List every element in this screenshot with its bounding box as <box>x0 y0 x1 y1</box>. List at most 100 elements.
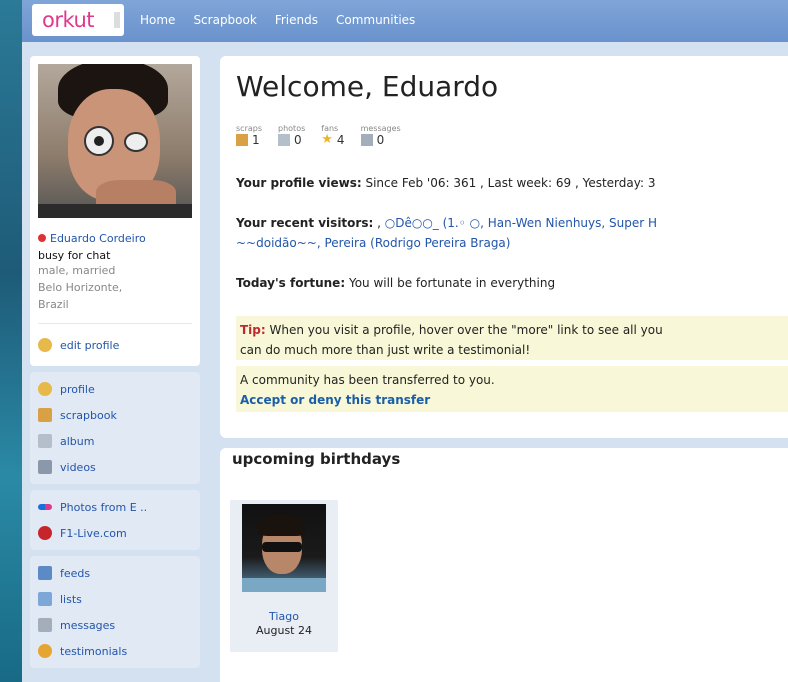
menu-label: testimonials <box>60 644 128 658</box>
stat-label: messages <box>360 124 401 133</box>
accept-or-deny-transfer-link[interactable]: Accept or deny this transfer <box>240 393 430 407</box>
community-transfer-box: A community has been transferred to you.… <box>236 366 788 412</box>
menu-messages[interactable]: messages <box>34 612 196 638</box>
flickr-icon <box>38 504 52 510</box>
online-status-icon <box>38 234 46 242</box>
scrapbook-icon <box>38 408 52 422</box>
tip-text-line2: can do much more than just write a testi… <box>240 343 531 357</box>
stats-row: scraps 1 photos 0 fans ★ 4 messages 0 <box>236 124 401 147</box>
welcome-panel: Welcome, Eduardo scraps 1 photos 0 fans … <box>220 56 788 438</box>
menu-label: feeds <box>60 566 91 580</box>
stat-value: 1 <box>252 133 260 147</box>
profile-details: male, married Belo Horizonte, Brazil <box>38 262 192 313</box>
profile-views-label: Your profile views: <box>236 176 362 190</box>
f1-icon <box>38 526 52 540</box>
tip-label: Tip: <box>240 323 266 337</box>
profile-detail-country: Brazil <box>38 298 69 311</box>
visitors-links-line2[interactable]: ~~doidão~~, Pereira (Rodrigo Pereira Bra… <box>236 236 510 250</box>
edit-profile-link[interactable]: edit profile <box>38 323 192 358</box>
fortune-label: Today's fortune: <box>236 276 346 290</box>
top-navigation-bar: orkut Home Scrapbook Friends Communities <box>22 0 788 42</box>
stat-photos[interactable]: photos 0 <box>278 124 305 147</box>
profile-views: Your profile views: Since Feb '06: 361 ,… <box>236 176 655 190</box>
profile-status: busy for chat <box>38 249 111 262</box>
profile-menu: profile scrapbook album videos <box>30 372 200 484</box>
menu-label: scrapbook <box>60 408 117 422</box>
menu-label: messages <box>60 618 116 632</box>
stat-messages[interactable]: messages 0 <box>360 124 401 147</box>
upcoming-birthdays-panel: upcoming birthdays Tiago August 24 <box>220 448 788 682</box>
photos-icon <box>278 134 291 146</box>
tools-menu: feeds lists messages testimonials <box>30 556 200 668</box>
profile-detail-gender: male, married <box>38 264 116 277</box>
menu-flickr-photos[interactable]: Photos from E .. <box>34 494 196 520</box>
edit-profile-label: edit profile <box>60 338 120 352</box>
testimonials-icon <box>38 644 52 658</box>
album-icon <box>38 434 52 448</box>
visitors-links-line1[interactable]: ○Dê○○_ (1.◦ ○, Han-Wen Nienhuys, Super H <box>385 216 657 230</box>
menu-label: F1-Live.com <box>60 526 127 540</box>
birthday-photo[interactable] <box>242 504 326 592</box>
birthdays-heading: upcoming birthdays <box>232 450 401 468</box>
visitors-label: Your recent visitors: <box>236 216 374 230</box>
stat-label: scraps <box>236 124 263 133</box>
main-nav: Home Scrapbook Friends Communities <box>140 13 415 27</box>
menu-label: album <box>60 434 95 448</box>
profile-name[interactable]: Eduardo Cordeiro <box>50 232 146 245</box>
nav-friends[interactable]: Friends <box>275 13 318 27</box>
desktop-background <box>0 0 22 682</box>
stat-value: 0 <box>294 133 302 147</box>
menu-album[interactable]: album <box>34 428 196 454</box>
menu-label: lists <box>60 592 82 606</box>
messages-icon <box>38 618 52 632</box>
stat-value: 4 <box>336 133 345 147</box>
nav-communities[interactable]: Communities <box>336 13 415 27</box>
menu-label: Photos from E .. <box>60 500 148 514</box>
stat-fans[interactable]: fans ★ 4 <box>321 124 344 147</box>
visitors-prefix: , <box>377 216 381 230</box>
orkut-logo[interactable]: orkut <box>32 4 124 36</box>
menu-lists[interactable]: lists <box>34 586 196 612</box>
birthday-date: August 24 <box>256 624 312 637</box>
transfer-text: A community has been transferred to you. <box>240 373 495 387</box>
profile-detail-city: Belo Horizonte, <box>38 281 123 294</box>
orkut-page: orkut Home Scrapbook Friends Communities… <box>22 0 788 682</box>
stat-scraps[interactable]: scraps 1 <box>236 124 262 147</box>
profile-name-link[interactable]: Eduardo Cordeiro <box>38 232 192 245</box>
stat-value: 0 <box>376 133 385 147</box>
menu-testimonials[interactable]: testimonials <box>34 638 196 664</box>
tip-text-line1: When you visit a profile, hover over the… <box>269 323 663 337</box>
profile-views-text: Since Feb '06: 361 , Last week: 69 , Yes… <box>365 176 656 190</box>
menu-label: videos <box>60 460 96 474</box>
videos-icon <box>38 460 52 474</box>
scraps-icon <box>236 134 248 146</box>
lists-icon <box>38 592 52 606</box>
todays-fortune: Today's fortune: You will be fortunate i… <box>236 276 555 290</box>
envelope-icon <box>360 134 373 146</box>
apps-menu: Photos from E .. F1-Live.com <box>30 490 200 550</box>
birthday-card[interactable]: Tiago August 24 <box>230 500 338 652</box>
feeds-icon <box>38 566 52 580</box>
menu-feeds[interactable]: feeds <box>34 560 196 586</box>
tip-box: Tip: When you visit a profile, hover ove… <box>236 316 788 360</box>
stat-label: photos <box>278 124 306 133</box>
profile-card: Eduardo Cordeiro busy for chat male, mar… <box>30 56 200 366</box>
nav-home[interactable]: Home <box>140 13 175 27</box>
menu-videos[interactable]: videos <box>34 454 196 480</box>
nav-scrapbook[interactable]: Scrapbook <box>193 13 256 27</box>
profile-photo[interactable] <box>38 64 192 218</box>
fortune-text: You will be fortunate in everything <box>348 276 556 290</box>
recent-visitors: Your recent visitors: , ○Dê○○_ (1.◦ ○, H… <box>236 216 657 230</box>
menu-f1-live[interactable]: F1-Live.com <box>34 520 196 546</box>
birthday-name[interactable]: Tiago <box>230 610 338 623</box>
edit-profile-icon <box>38 338 52 352</box>
left-sidebar: Eduardo Cordeiro busy for chat male, mar… <box>30 56 200 668</box>
fan-star-icon: ★ <box>321 132 333 147</box>
logo-text: orkut <box>42 8 95 32</box>
welcome-heading: Welcome, Eduardo <box>236 70 499 103</box>
menu-profile[interactable]: profile <box>34 376 196 402</box>
menu-label: profile <box>60 382 95 396</box>
profile-icon <box>38 382 52 396</box>
menu-scrapbook[interactable]: scrapbook <box>34 402 196 428</box>
logo-divider <box>114 12 120 28</box>
